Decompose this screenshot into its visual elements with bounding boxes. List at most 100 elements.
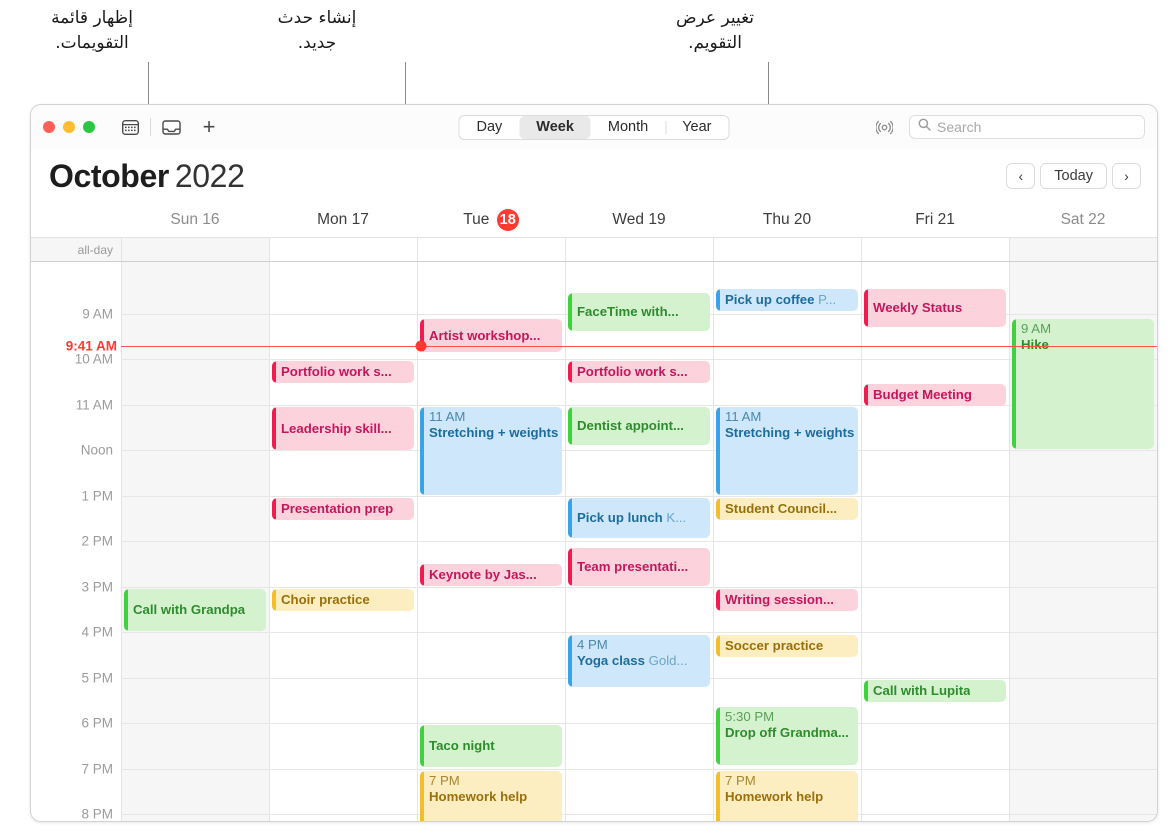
event-title: Homework help [725, 788, 824, 804]
all-day-cell-mon[interactable] [269, 238, 417, 261]
day-header-mon[interactable]: Mon 17 [269, 211, 417, 229]
calendar-event[interactable]: 7 PM Homework help [420, 771, 562, 821]
day-header-sun[interactable]: Sun 16 [121, 211, 269, 229]
hour-label: 2 PM [81, 533, 113, 549]
current-time-label: 9:41 AM [65, 338, 117, 354]
hour-gridline [121, 541, 1157, 542]
day-header-thu[interactable]: Thu 20 [713, 211, 861, 229]
toolbar-divider [150, 118, 151, 136]
calendar-event[interactable]: Portfolio work s... [568, 361, 710, 383]
calendar-event[interactable]: 5:30 PM Drop off Grandma... [716, 707, 858, 765]
event-title: Portfolio work s... [281, 364, 392, 380]
search-input[interactable] [937, 119, 1136, 135]
view-tab-day[interactable]: Day [459, 116, 519, 139]
calendar-event[interactable]: 7 PM Homework help [716, 771, 858, 821]
hour-label: Noon [80, 442, 113, 458]
hour-label: 9 AM [82, 306, 113, 322]
event-title: Dentist appoint... [577, 418, 684, 434]
facetime-share-icon[interactable] [869, 115, 899, 139]
view-tab-week[interactable]: Week [519, 115, 591, 139]
event-title: Stretching + weights [429, 424, 558, 440]
page-title: October 2022 [49, 157, 245, 195]
all-day-cell-sun[interactable] [121, 238, 269, 261]
event-location: Gold... [644, 652, 688, 668]
calendar-event[interactable]: Artist workshop... [420, 319, 562, 352]
calendar-event[interactable]: Weekly Status [864, 289, 1006, 327]
day-header-tue[interactable]: Tue 18 [417, 209, 565, 231]
month-header: October 2022 ‹ Today › [31, 149, 1157, 203]
event-title: Writing session... [725, 592, 834, 608]
calendar-event[interactable]: 11 AM Stretching + weights [716, 407, 858, 495]
view-switcher: Day Week Month Year [458, 114, 730, 140]
today-button[interactable]: Today [1040, 163, 1107, 189]
calendar-event[interactable]: 9 AM Hike [1012, 319, 1154, 449]
view-tab-year[interactable]: Year [665, 116, 728, 139]
all-day-cell-wed[interactable] [565, 238, 713, 261]
toolbar-right-group [869, 115, 1145, 139]
week-grid[interactable]: Call with Grandpa Portfolio work s... Lead… [31, 262, 1157, 821]
all-day-cell-fri[interactable] [861, 238, 1009, 261]
magnifier-icon [918, 118, 931, 136]
inbox-tray-icon[interactable] [156, 115, 186, 139]
event-title: Soccer practice [725, 638, 824, 654]
day-header-sat[interactable]: Sat 22 [1009, 211, 1157, 229]
event-time: 4 PM [577, 637, 608, 652]
current-time-line [121, 346, 1157, 347]
all-day-cell-thu[interactable] [713, 238, 861, 261]
calendar-event[interactable]: Taco night [420, 725, 562, 767]
event-title: Pick up coffee [725, 292, 815, 308]
calendar-event[interactable]: Choir practice [272, 589, 414, 611]
next-week-button[interactable]: › [1112, 163, 1141, 189]
day-header-fri[interactable]: Fri 21 [861, 211, 1009, 229]
calendar-event[interactable]: 4 PM Yoga class Gold... [568, 635, 710, 687]
calendar-event[interactable]: Writing session... [716, 589, 858, 611]
event-title: Budget Meeting [873, 387, 972, 403]
calendar-event[interactable]: Pick up lunch K... [568, 498, 710, 538]
window-toolbar: + Day Week Month Year [31, 105, 1157, 149]
event-location: K... [662, 510, 687, 526]
calendar-event[interactable]: Presentation prep [272, 498, 414, 520]
event-time: 9 AM [1021, 321, 1052, 336]
event-title: FaceTime with... [577, 304, 679, 320]
calendar-sidebar-icon[interactable] [115, 115, 145, 139]
hour-gridline [121, 814, 1157, 815]
all-day-cell-sat[interactable] [1009, 238, 1157, 261]
hour-gridline [121, 587, 1157, 588]
calendar-event[interactable]: Call with Grandpa [124, 589, 266, 631]
current-time-dot [415, 340, 427, 352]
event-location: P... [814, 292, 837, 308]
hour-gridline [121, 359, 1157, 360]
day-header-wed[interactable]: Wed 19 [565, 211, 713, 229]
calendar-event[interactable]: Leadership skill... [272, 407, 414, 450]
close-window-button[interactable] [43, 121, 55, 133]
year-number: 2022 [174, 157, 245, 194]
hour-label: 5 PM [81, 670, 113, 686]
annotation-create-new-event: إنشاء حدث جديد. [277, 8, 357, 53]
minimize-window-button[interactable] [63, 121, 75, 133]
calendar-event[interactable]: Call with Lupita [864, 680, 1006, 702]
calendar-event[interactable]: Portfolio work s... [272, 361, 414, 383]
previous-week-button[interactable]: ‹ [1006, 163, 1036, 189]
event-title: Artist workshop... [429, 327, 541, 343]
event-title: Call with Grandpa [133, 602, 246, 618]
calendar-event[interactable]: Keynote by Jas... [420, 564, 562, 586]
calendar-event[interactable]: Team presentati... [568, 548, 710, 586]
day-header-name: Tue [463, 211, 494, 229]
calendar-event[interactable]: Budget Meeting [864, 384, 1006, 406]
calendar-event[interactable]: 11 AM Stretching + weights [420, 407, 562, 495]
search-field[interactable] [909, 115, 1145, 139]
event-title: Homework help [429, 788, 528, 804]
calendar-event[interactable]: Dentist appoint... [568, 407, 710, 445]
calendar-event[interactable]: Pick up coffee P... [716, 289, 858, 311]
event-title: Stretching + weights [725, 424, 854, 440]
all-day-label: all-day [31, 238, 121, 261]
calendar-event[interactable]: FaceTime with... [568, 293, 710, 331]
zoom-window-button[interactable] [83, 121, 95, 133]
add-event-button[interactable]: + [194, 115, 224, 139]
hour-label: 4 PM [81, 624, 113, 640]
all-day-cell-tue[interactable] [417, 238, 565, 261]
calendar-event[interactable]: Soccer practice [716, 635, 858, 657]
view-tab-month[interactable]: Month [591, 116, 665, 139]
event-time: 5:30 PM [725, 709, 775, 724]
calendar-event[interactable]: Student Council... [716, 498, 858, 520]
